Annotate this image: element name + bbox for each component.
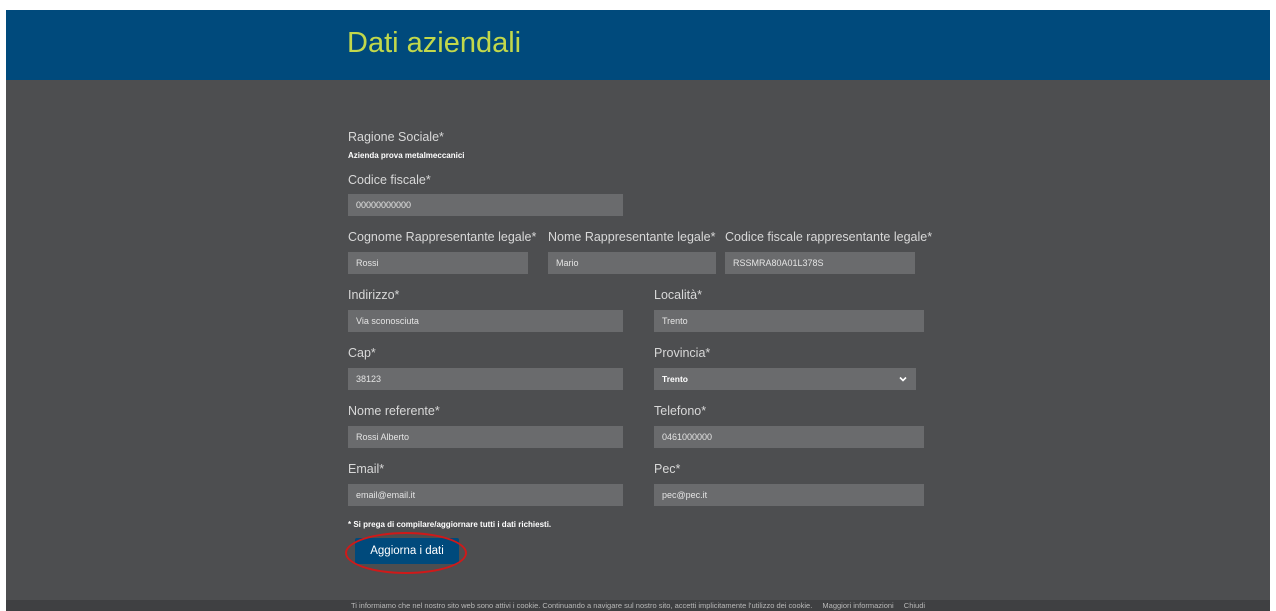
localita-label: Località* [654, 288, 702, 302]
cf-rappresentante-input[interactable] [725, 252, 915, 274]
required-fields-note: * Si prega di compilare/aggiornare tutti… [348, 520, 552, 529]
nome-rappresentante-input[interactable] [548, 252, 716, 274]
provincia-select[interactable]: Trento [654, 368, 916, 390]
cf-rappresentante-label: Codice fiscale rappresentante legale* [725, 230, 933, 244]
cookie-close-link[interactable]: Chiudi [904, 601, 925, 610]
indirizzo-input[interactable] [348, 310, 623, 332]
chevron-down-icon [899, 376, 907, 382]
header: Dati aziendali [6, 10, 1270, 80]
cookie-more-info-link[interactable]: Maggiori informazioni [822, 601, 893, 610]
telefono-input[interactable] [654, 426, 924, 448]
nome-rappresentante-label: Nome Rappresentante legale* [548, 230, 716, 244]
ragione-sociale-label: Ragione Sociale* [348, 130, 444, 144]
cap-input[interactable] [348, 368, 623, 390]
cap-label: Cap* [348, 346, 376, 360]
codice-fiscale-input[interactable] [348, 194, 623, 216]
cookie-bar: Ti informiamo che nel nostro sito web so… [6, 600, 1270, 611]
provincia-label: Provincia* [654, 346, 711, 360]
ragione-sociale-value: Azienda prova metalmeccanici [348, 151, 465, 160]
provincia-selected-value: Trento [662, 374, 688, 384]
page-frame: Dati aziendali Ragione Sociale* Azienda … [6, 10, 1270, 611]
cognome-rappresentante-label: Cognome Rappresentante legale* [348, 230, 537, 244]
cognome-rappresentante-input[interactable] [348, 252, 528, 274]
pec-input[interactable] [654, 484, 924, 506]
cookie-bar-text: Ti informiamo che nel nostro sito web so… [350, 601, 813, 610]
pec-label: Pec* [654, 462, 681, 476]
company-data-form: Ragione Sociale* Azienda prova metalmecc… [6, 80, 1270, 600]
indirizzo-label: Indirizzo* [348, 288, 400, 302]
telefono-label: Telefono* [654, 404, 707, 418]
email-input[interactable] [348, 484, 623, 506]
page-title: Dati aziendali [347, 27, 522, 59]
update-data-button[interactable]: Aggiorna i dati [355, 538, 459, 564]
localita-input[interactable] [654, 310, 924, 332]
codice-fiscale-label: Codice fiscale* [348, 173, 431, 187]
email-label: Email* [348, 462, 385, 476]
nome-referente-input[interactable] [348, 426, 623, 448]
nome-referente-label: Nome referente* [348, 404, 440, 418]
